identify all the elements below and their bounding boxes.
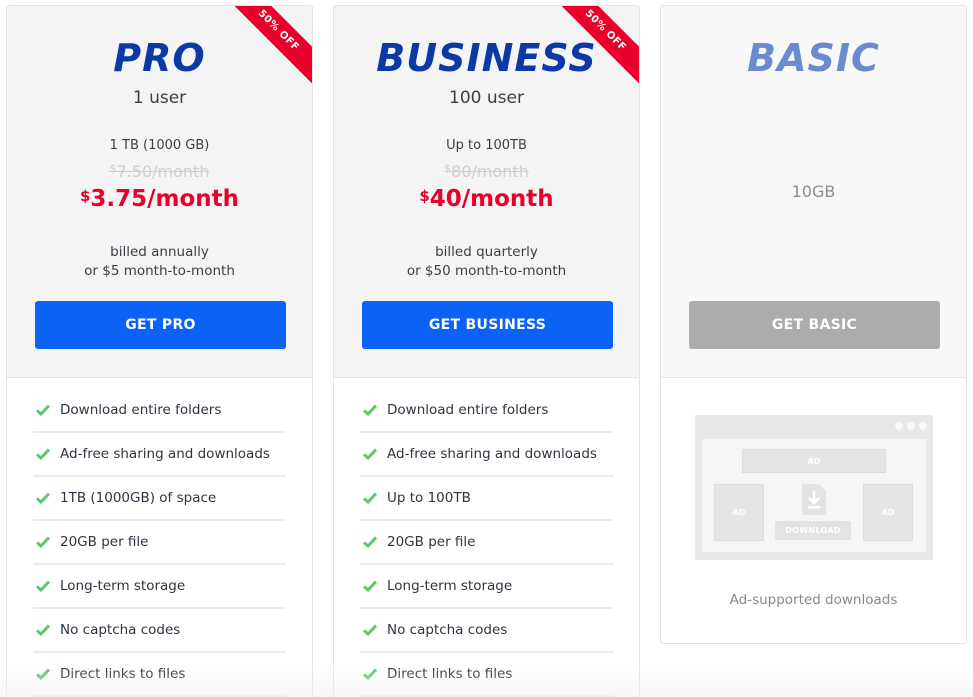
feature-item: 1TB (1000GB) of space [33, 477, 286, 521]
plan-header-business: 50% OFF BUSINESS 100 user Up to 100TB $8… [334, 6, 639, 378]
plan-card-business: 50% OFF BUSINESS 100 user Up to 100TB $8… [333, 5, 640, 697]
browser-window: AD AD AD DOWNLOAD [702, 439, 926, 552]
feature-label: Download entire folders [387, 402, 549, 418]
feature-label: No captcha codes [60, 622, 181, 638]
feature-label: Direct links to files [60, 666, 186, 682]
feature-label: Download entire folders [60, 402, 222, 418]
check-icon [33, 580, 60, 592]
feature-item: Up to 100TB [360, 477, 613, 521]
file-download-icon [802, 484, 826, 515]
feature-item: Download entire folders [33, 389, 286, 433]
discounted-price: $40/month [334, 186, 639, 212]
plan-storage: 10GB [791, 182, 836, 201]
check-icon [360, 668, 387, 680]
billing-period: billed annually [110, 244, 209, 260]
billing-alternative: or $5 month-to-month [84, 263, 235, 279]
plan-users: 1 user [132, 88, 187, 108]
feature-item: 20GB per file [33, 521, 286, 565]
ad-supported-illustration: AD AD AD DOWNLOAD [695, 415, 933, 560]
check-icon [33, 492, 60, 504]
check-icon [360, 624, 387, 636]
feature-item: Download entire folders [360, 389, 613, 433]
original-price: $80/month [334, 162, 639, 181]
discounted-price-value: 3.75/month [90, 186, 240, 212]
billing-alternative: or $50 month-to-month [406, 263, 567, 279]
plan-title: BASIC [747, 36, 880, 80]
original-price: $7.50/month [7, 162, 312, 181]
plan-card-pro: 50% OFF PRO 1 user 1 TB (1000 GB) $7.50/… [6, 5, 313, 697]
feature-label: 20GB per file [387, 534, 476, 550]
feature-item: Long-term storage [33, 565, 286, 609]
check-icon [33, 536, 60, 548]
plan-header-basic: BASIC 10GB GET BASIC [661, 6, 966, 378]
check-icon [360, 492, 387, 504]
feature-item: Long-term storage [360, 565, 613, 609]
plan-card-basic: BASIC 10GB GET BASIC AD AD AD DOWNLOAD A… [660, 5, 967, 644]
check-icon [360, 536, 387, 548]
currency-symbol: $ [109, 162, 117, 175]
feature-list: Download entire folders Ad-free sharing … [33, 389, 286, 697]
ad-banner-right: AD [863, 484, 913, 541]
check-icon [360, 580, 387, 592]
billing-info: billed annually or $5 month-to-month [7, 243, 312, 281]
check-icon [33, 668, 60, 680]
window-dots-icon [895, 422, 927, 430]
plan-title: BUSINESS [376, 36, 597, 80]
plan-header-pro: 50% OFF PRO 1 user 1 TB (1000 GB) $7.50/… [7, 6, 312, 378]
ad-banner-top: AD [742, 449, 886, 473]
feature-label: Long-term storage [387, 578, 513, 594]
check-icon [360, 404, 387, 416]
billing-info: billed quarterly or $50 month-to-month [334, 243, 639, 281]
ad-banner-left: AD [714, 484, 764, 541]
plan-users: 100 user [449, 88, 524, 108]
original-price-value: 7.50/month [116, 162, 210, 181]
check-icon [33, 624, 60, 636]
plan-storage: 1 TB (1000 GB) [109, 138, 210, 153]
ad-supported-caption: Ad-supported downloads [729, 592, 898, 608]
currency-symbol: $ [419, 187, 430, 205]
feature-item: Ad-free sharing and downloads [33, 433, 286, 477]
feature-item: Direct links to files [360, 653, 613, 697]
get-business-button[interactable]: GET BUSINESS [362, 301, 613, 349]
discounted-price-value: 40/month [429, 186, 554, 212]
discounted-price: $3.75/month [7, 186, 312, 212]
feature-item: 20GB per file [360, 521, 613, 565]
feature-label: No captcha codes [387, 622, 508, 638]
feature-item: Ad-free sharing and downloads [360, 433, 613, 477]
feature-item: No captcha codes [33, 609, 286, 653]
feature-label: 20GB per file [60, 534, 149, 550]
plan-storage: Up to 100TB [446, 138, 527, 153]
check-icon [360, 448, 387, 460]
feature-label: 1TB (1000GB) of space [60, 490, 217, 506]
plan-title: PRO [113, 36, 206, 80]
feature-label: Long-term storage [60, 578, 186, 594]
feature-label: Ad-free sharing and downloads [60, 446, 270, 462]
currency-symbol: $ [79, 187, 91, 205]
feature-list: Download entire folders Ad-free sharing … [360, 389, 613, 697]
feature-item: Direct links to files [33, 653, 286, 697]
get-pro-button[interactable]: GET PRO [35, 301, 286, 349]
billing-period: billed quarterly [435, 244, 538, 260]
feature-label: Direct links to files [387, 666, 513, 682]
feature-item: No captcha codes [360, 609, 613, 653]
download-label: DOWNLOAD [775, 521, 851, 540]
get-basic-button[interactable]: GET BASIC [689, 301, 940, 349]
check-icon [33, 448, 60, 460]
check-icon [33, 404, 60, 416]
original-price-value: 80/month [451, 162, 529, 181]
feature-label: Up to 100TB [387, 490, 471, 506]
feature-label: Ad-free sharing and downloads [387, 446, 597, 462]
